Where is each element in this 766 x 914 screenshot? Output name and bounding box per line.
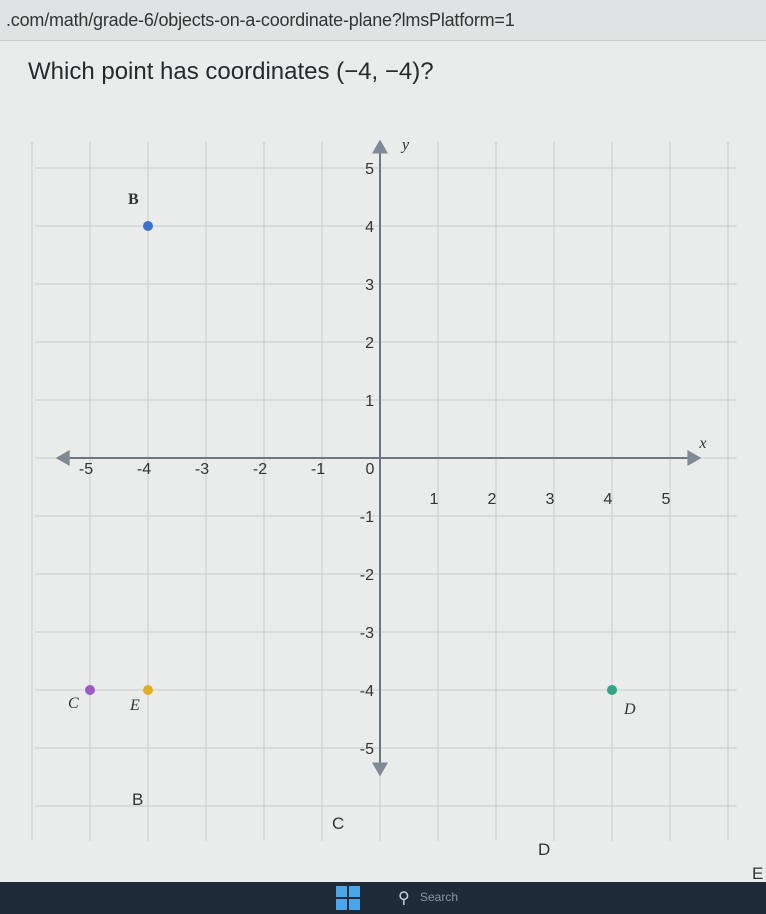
x-tick-label: 5 — [662, 491, 671, 508]
y-tick-label: -3 — [360, 625, 374, 642]
y-axis-arrow-down — [372, 762, 388, 777]
x-axis-label: x — [698, 435, 706, 452]
x-tick-label: -5 — [79, 461, 93, 478]
x-tick-label: 1 — [430, 491, 439, 508]
x-tick-label: -4 — [137, 461, 151, 478]
answer-option-d[interactable]: D — [534, 838, 554, 862]
answer-option-b[interactable]: B — [128, 788, 147, 812]
x-tick-label: -3 — [195, 461, 209, 478]
x-axis-arrow-left — [55, 450, 70, 466]
x-tick-label: 3 — [546, 491, 555, 508]
y-axis-arrow-up — [372, 139, 388, 154]
x-tick-label: 0 — [366, 461, 375, 478]
y-tick-label: 2 — [365, 335, 374, 352]
y-tick-label: 1 — [365, 393, 374, 410]
x-tick-label: -1 — [311, 461, 325, 478]
y-tick-label: -2 — [360, 567, 374, 584]
search-icon[interactable]: ⚲ — [398, 888, 410, 908]
x-tick-label: 4 — [604, 491, 613, 508]
point-b-label: B — [128, 191, 139, 208]
point-c-label: C — [68, 695, 79, 712]
point-e-label: E — [129, 697, 140, 714]
point-b-dot[interactable] — [143, 221, 153, 231]
x-tick-label: 2 — [488, 491, 497, 508]
y-tick-label: 4 — [365, 219, 374, 236]
y-tick-label: -5 — [360, 741, 374, 758]
point-e-dot[interactable] — [143, 685, 153, 695]
taskbar: ⚲ Search — [0, 882, 766, 914]
taskbar-search-label[interactable]: Search — [420, 890, 458, 904]
x-axis-arrow-right — [687, 450, 702, 466]
y-axis-label: y — [400, 137, 410, 154]
point-c-dot[interactable] — [85, 685, 95, 695]
y-tick-label: 5 — [365, 161, 374, 178]
windows-start-icon[interactable] — [336, 886, 360, 910]
y-tick-label: -1 — [360, 509, 374, 526]
point-d-dot[interactable] — [607, 685, 617, 695]
y-tick-label: 3 — [365, 277, 374, 294]
coordinate-plane: x y -5 -4 -3 -2 -1 0 1 2 3 4 5 -5 -4 -3 -2 -1 1 2 3 4 5 B C E D — [31, 137, 737, 841]
y-tick-label: -4 — [360, 683, 374, 700]
answer-option-c[interactable]: C — [328, 812, 348, 836]
x-tick-label: -2 — [253, 461, 267, 478]
point-d-label: D — [623, 701, 636, 718]
